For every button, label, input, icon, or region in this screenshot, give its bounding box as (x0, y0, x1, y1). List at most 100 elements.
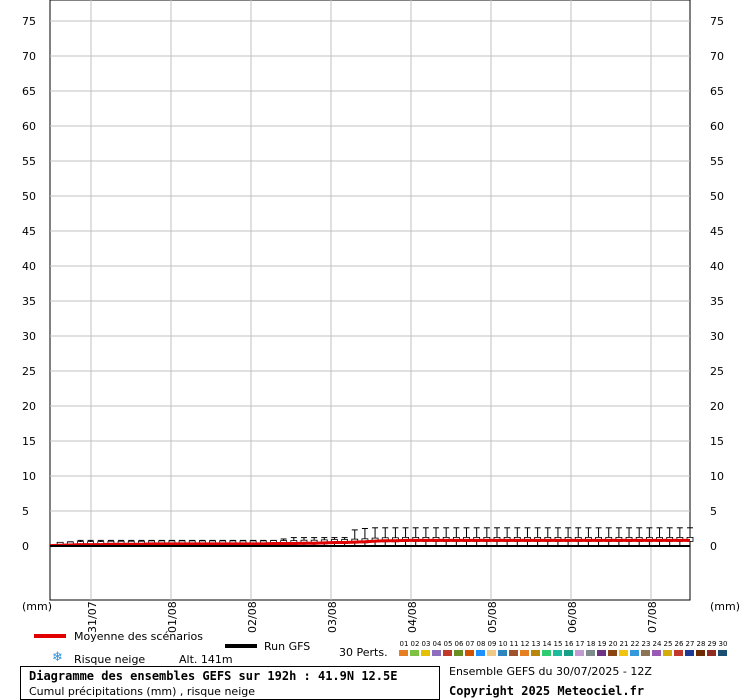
pert-number: 16 (564, 640, 574, 648)
pert-number: 07 (465, 640, 475, 648)
pert-swatch (520, 650, 529, 656)
y-tick-right: 20 (710, 400, 724, 413)
y-tick-left: 55 (22, 155, 36, 168)
y-tick-right: 60 (710, 120, 724, 133)
pert-number: 30 (718, 640, 728, 648)
title-box: Diagramme des ensembles GEFS sur 192h : … (20, 666, 440, 700)
y-tick-right: 50 (710, 190, 724, 203)
x-date-label: 31/07 (86, 601, 99, 633)
run-info: Ensemble GEFS du 30/07/2025 - 12Z (449, 665, 652, 678)
pert-swatch (663, 650, 672, 656)
legend-mean-swatch (34, 634, 66, 638)
pert-number: 20 (608, 640, 618, 648)
y-tick-right: 55 (710, 155, 724, 168)
y-tick-right: 15 (710, 435, 724, 448)
pert-number: 08 (476, 640, 486, 648)
pert-number: 02 (410, 640, 420, 648)
y-tick-left: 45 (22, 225, 36, 238)
pert-number: 04 (432, 640, 442, 648)
pert-swatch (619, 650, 628, 656)
pert-number: 09 (487, 640, 497, 648)
pert-swatch (421, 650, 430, 656)
pert-number: 05 (443, 640, 453, 648)
y-tick-left: 15 (22, 435, 36, 448)
pert-swatch (432, 650, 441, 656)
pert-number: 23 (641, 640, 651, 648)
x-date-label: 02/08 (246, 601, 259, 633)
y-tick-right: 10 (710, 470, 724, 483)
pert-number: 19 (597, 640, 607, 648)
pert-swatch (443, 650, 452, 656)
pert-number: 03 (421, 640, 431, 648)
y-unit-left: (mm) (22, 600, 52, 613)
y-tick-left: 60 (22, 120, 36, 133)
y-tick-left: 35 (22, 295, 36, 308)
pert-swatch (531, 650, 540, 656)
y-tick-left: 25 (22, 365, 36, 378)
pert-swatch (707, 650, 716, 656)
plot-frame (49, 0, 691, 601)
pert-swatch (454, 650, 463, 656)
pert-swatch (465, 650, 474, 656)
pert-swatch (553, 650, 562, 656)
y-tick-right: 0 (710, 540, 717, 553)
x-date-label: 03/08 (326, 601, 339, 633)
y-tick-right: 25 (710, 365, 724, 378)
x-date-label: 01/08 (166, 601, 179, 633)
pert-number: 13 (531, 640, 541, 648)
precipitation-chart: 75 7570 7065 6560 6055 5550 5045 4540 4035 3530 30… (22, 0, 740, 633)
legend-run-label: Run GFS (264, 640, 311, 653)
pert-number: 29 (707, 640, 717, 648)
y-tick-left: 10 (22, 470, 36, 483)
x-date-label: 07/08 (646, 601, 659, 633)
pert-swatch (542, 650, 551, 656)
y-tick-left: 20 (22, 400, 36, 413)
y-tick-left: 40 (22, 260, 36, 273)
pert-number: 06 (454, 640, 464, 648)
y-tick-right: 30 (710, 330, 724, 343)
legend-run-swatch (225, 644, 257, 648)
pert-number: 28 (696, 640, 706, 648)
y-tick-left: 70 (22, 50, 36, 63)
copyright: Copyright 2025 Meteociel.fr (449, 684, 645, 698)
pert-swatch (575, 650, 584, 656)
pert-swatch (597, 650, 606, 656)
pert-swatch (641, 650, 650, 656)
pert-number: 14 (542, 640, 552, 648)
chart-subtitle: Cumul précipitations (mm) , risque neige (29, 685, 255, 698)
y-tick-left: 5 (22, 505, 29, 518)
y-tick-left: 0 (22, 540, 29, 553)
pert-swatch (652, 650, 661, 656)
pert-swatch (509, 650, 518, 656)
y-tick-right: 45 (710, 225, 724, 238)
pert-swatch (608, 650, 617, 656)
legend-snow-label: Risque neige (74, 653, 146, 666)
pert-swatch (564, 650, 573, 656)
y-tick-right: 65 (710, 85, 724, 98)
y-tick-left: 30 (22, 330, 36, 343)
snowflake-icon: ❄ (52, 650, 63, 665)
y-tick-right: 5 (710, 505, 717, 518)
pert-number: 12 (520, 640, 530, 648)
legend-perts-label: 30 Perts. (339, 646, 388, 659)
pert-number: 15 (553, 640, 563, 648)
pert-swatch (399, 650, 408, 656)
chart-grid (49, 0, 691, 601)
y-tick-left: 50 (22, 190, 36, 203)
pert-swatch (487, 650, 496, 656)
pert-swatch (586, 650, 595, 656)
pert-number: 26 (674, 640, 684, 648)
y-tick-right: 35 (710, 295, 724, 308)
pert-number: 27 (685, 640, 695, 648)
y-tick-right: 70 (710, 50, 724, 63)
pert-swatch (476, 650, 485, 656)
pert-swatch (498, 650, 507, 656)
pert-number: 21 (619, 640, 629, 648)
pert-number: 10 (498, 640, 508, 648)
chart-title: Diagramme des ensembles GEFS sur 192h : … (29, 669, 398, 683)
pert-number: 01 (399, 640, 409, 648)
pert-swatch (630, 650, 639, 656)
pert-number: 24 (652, 640, 662, 648)
pert-number: 18 (586, 640, 596, 648)
y-tick-left: 75 (22, 15, 36, 28)
